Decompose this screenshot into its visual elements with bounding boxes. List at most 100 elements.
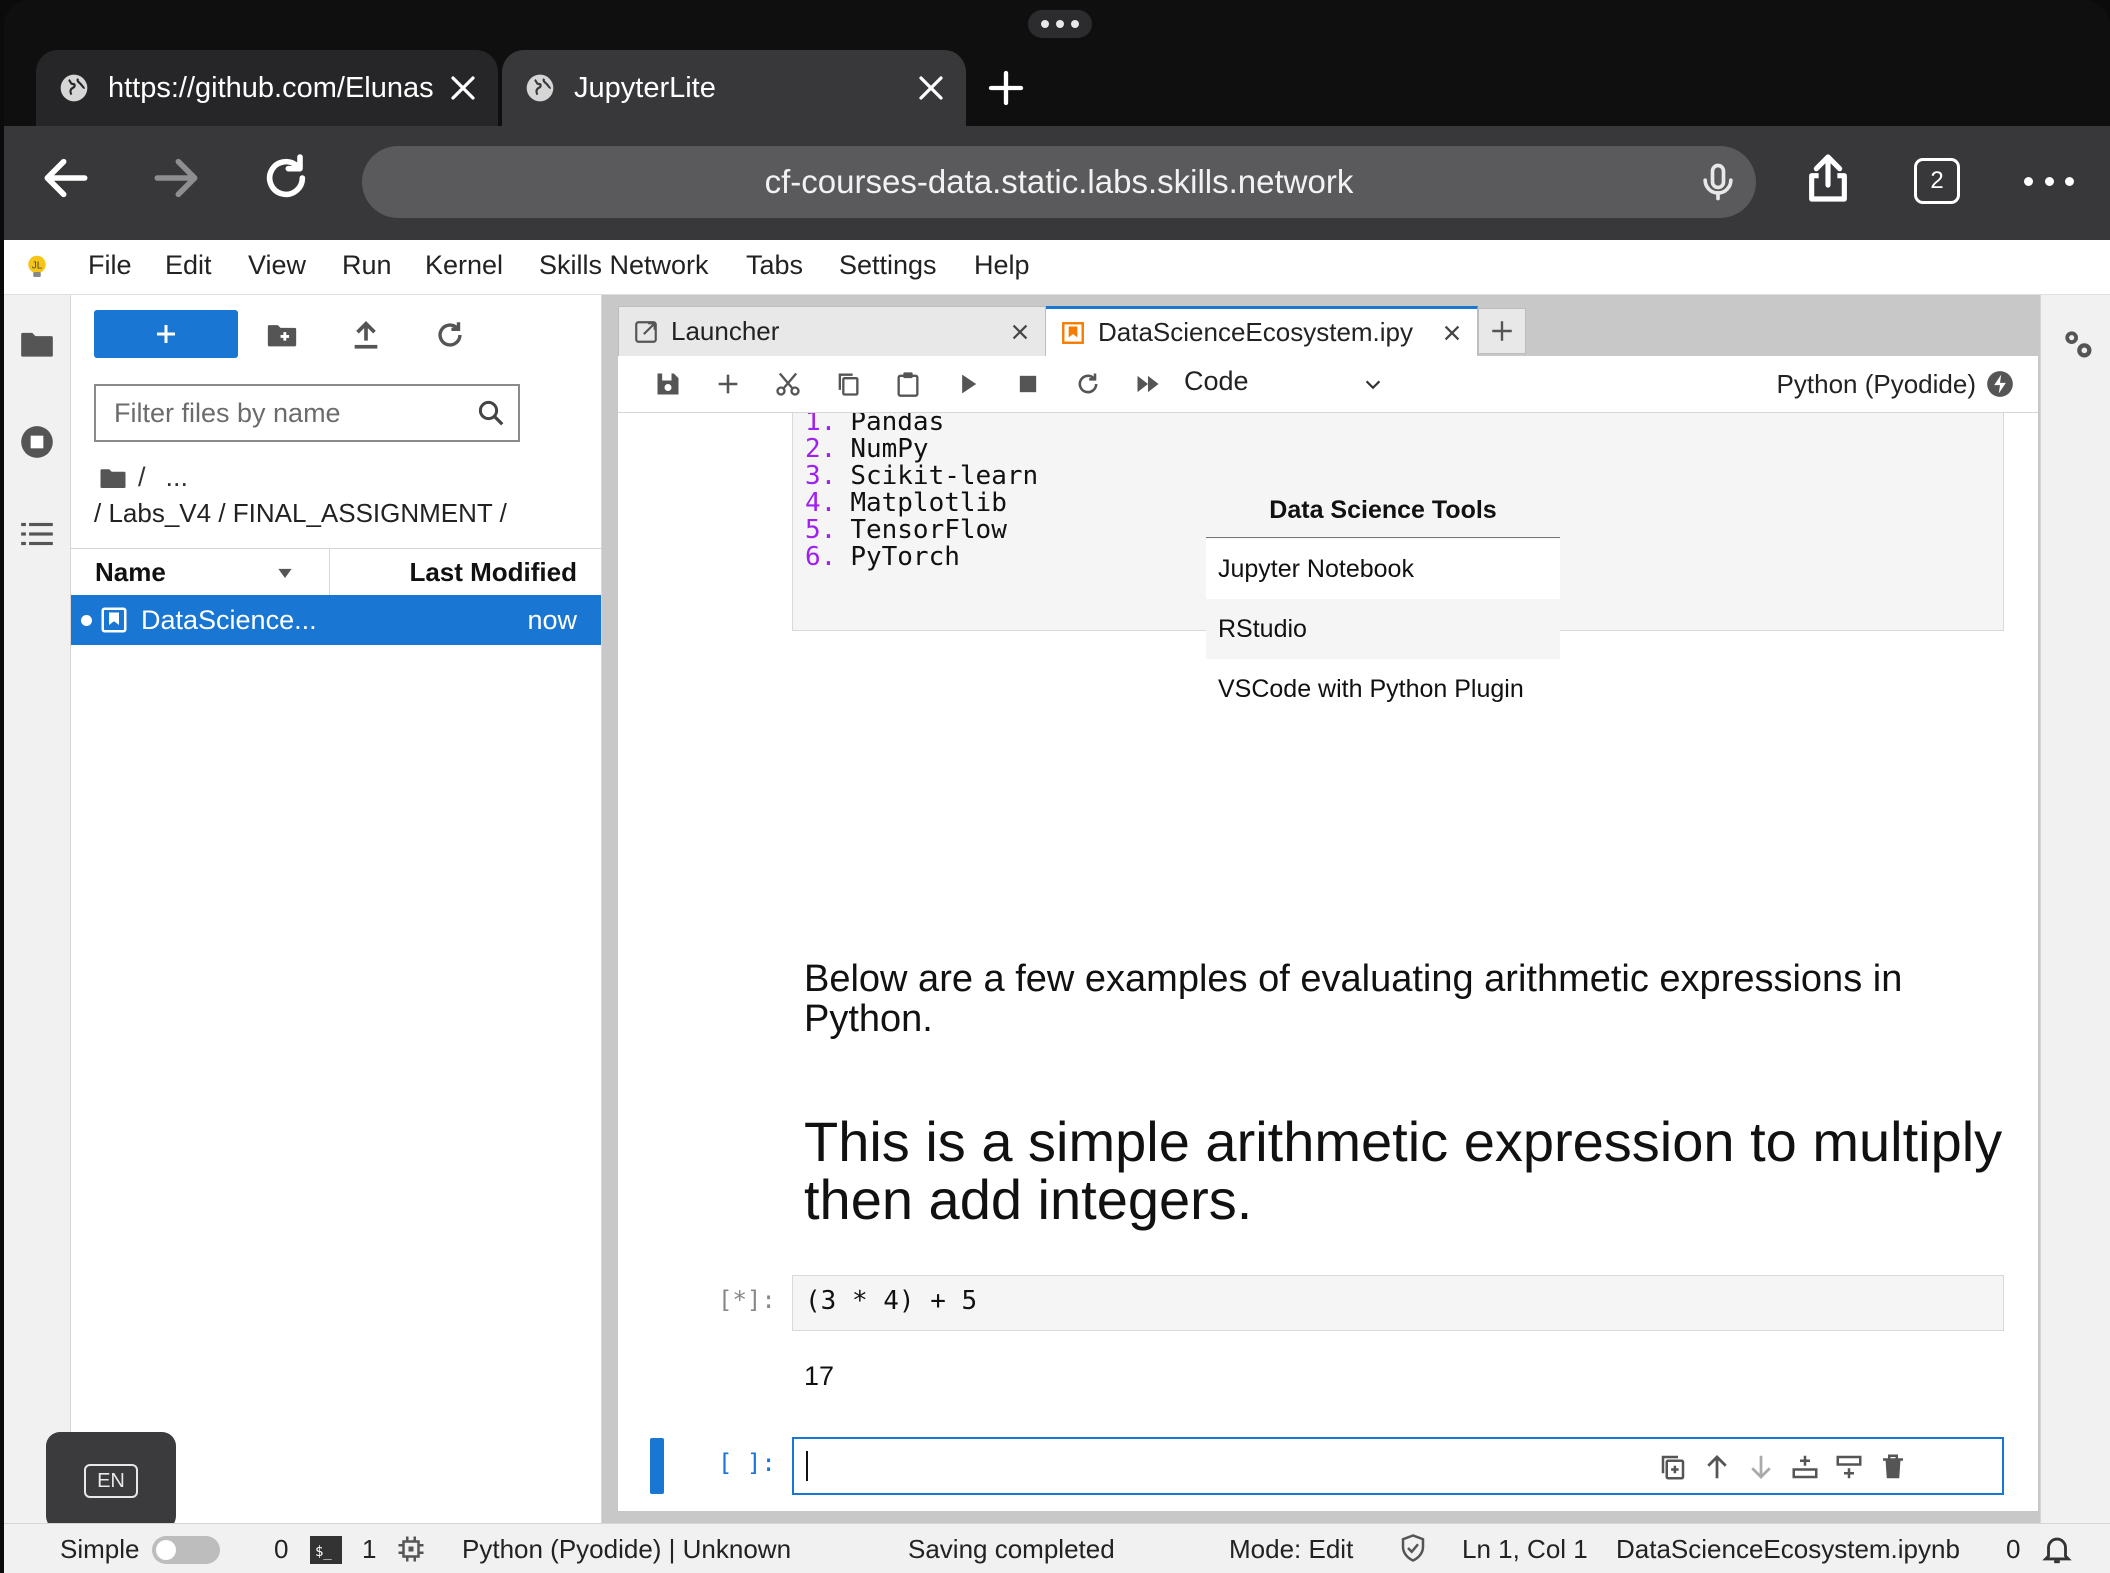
- menu-tabs[interactable]: Tabs: [746, 250, 803, 281]
- code-cell-output: 17: [804, 1361, 835, 1391]
- code-cell-input[interactable]: (3 * 4) + 5: [792, 1275, 2004, 1331]
- home-folder-icon[interactable]: [98, 463, 128, 493]
- insert-below-icon[interactable]: [1834, 1452, 1864, 1482]
- active-code-cell-input[interactable]: [792, 1437, 2004, 1495]
- menu-run[interactable]: Run: [342, 250, 392, 281]
- menu-skills-network[interactable]: Skills Network: [539, 250, 709, 281]
- list-item: 3. Scikit-learn: [805, 461, 1039, 491]
- breadcrumb-separator: /: [138, 462, 146, 492]
- notebook-toolbar: Code Python (Pyodide): [618, 356, 2038, 413]
- menu-file[interactable]: File: [88, 250, 132, 281]
- add-tab-button[interactable]: [1478, 308, 1526, 354]
- address-bar[interactable]: cf-courses-data.static.labs.skills.netwo…: [362, 146, 1756, 218]
- cell-type-select[interactable]: Code: [1184, 366, 1384, 402]
- file-row[interactable]: DataScience... now: [71, 595, 601, 645]
- menu-kernel[interactable]: Kernel: [425, 250, 503, 281]
- sort-caret-icon[interactable]: [275, 563, 295, 583]
- left-activity-bar: [4, 295, 71, 1523]
- kernel-status-text[interactable]: Python (Pyodide) | Unknown: [462, 1534, 791, 1565]
- reload-icon[interactable]: [258, 150, 314, 206]
- browser-tab-title: JupyterLite: [574, 71, 716, 104]
- move-up-icon[interactable]: [1702, 1452, 1732, 1482]
- input-method-badge[interactable]: EN: [46, 1432, 176, 1530]
- terminal-icon[interactable]: $_: [310, 1536, 342, 1564]
- close-tab-icon[interactable]: [916, 73, 946, 103]
- close-tab-icon[interactable]: [448, 73, 478, 103]
- cell-prompt: [*]:: [718, 1286, 776, 1314]
- svg-text:$_: $_: [315, 1544, 332, 1560]
- copy-icon[interactable]: [834, 370, 862, 398]
- menu-settings[interactable]: Settings: [839, 250, 937, 281]
- new-folder-icon[interactable]: [265, 318, 299, 352]
- stop-icon[interactable]: [1014, 370, 1042, 398]
- new-launcher-button[interactable]: [94, 310, 238, 358]
- kernel-name[interactable]: Python (Pyodide): [1777, 369, 1976, 400]
- breadcrumb-ellipsis[interactable]: ...: [166, 462, 189, 493]
- list-item: 2. NumPy: [805, 434, 929, 464]
- duplicate-cell-icon[interactable]: [1658, 1452, 1688, 1482]
- file-filter-input[interactable]: Filter files by name: [94, 384, 520, 442]
- text-cursor: [806, 1451, 808, 1481]
- paste-icon[interactable]: [894, 370, 922, 398]
- table-header: Data Science Tools: [1206, 487, 1560, 538]
- trusted-shield-icon[interactable]: [1398, 1533, 1428, 1563]
- breadcrumb-root: / ...: [98, 462, 188, 493]
- cut-icon[interactable]: [774, 370, 802, 398]
- browser-menu-icon[interactable]: [2024, 170, 2074, 192]
- table-row: RStudio: [1206, 599, 1560, 659]
- plus-icon: [1492, 321, 1512, 341]
- tab-notebook[interactable]: DataScienceEcosystem.ipy: [1046, 306, 1478, 356]
- list-item: 5. TensorFlow: [805, 515, 1007, 545]
- tab-launcher[interactable]: Launcher: [618, 306, 1046, 356]
- kernel-cpu-icon[interactable]: [396, 1534, 426, 1564]
- table-of-contents-icon[interactable]: [18, 515, 56, 553]
- insert-above-icon[interactable]: [1790, 1452, 1820, 1482]
- globe-icon: [526, 74, 554, 102]
- svg-text:JL: JL: [32, 260, 43, 271]
- restart-kernel-icon[interactable]: [1074, 370, 1102, 398]
- forward-icon[interactable]: [148, 150, 204, 206]
- column-modified-header[interactable]: Last Modified: [409, 557, 577, 588]
- delete-cell-icon[interactable]: [1878, 1452, 1908, 1482]
- kernel-status-icon: [1987, 371, 2013, 397]
- new-tab-icon[interactable]: [986, 68, 1026, 108]
- menu-view[interactable]: View: [248, 250, 306, 281]
- cursor-position[interactable]: Ln 1, Col 1: [1462, 1534, 1588, 1565]
- menu-edit[interactable]: Edit: [165, 250, 212, 281]
- microphone-icon[interactable]: [1696, 160, 1740, 204]
- column-name-header[interactable]: Name: [95, 557, 166, 588]
- menu-bar: JL File Edit View Run Kernel Skills Netw…: [4, 240, 2110, 295]
- markdown-paragraph[interactable]: Below are a few examples of evaluating a…: [804, 959, 1984, 1039]
- share-icon[interactable]: [1800, 150, 1856, 206]
- input-method-label: EN: [84, 1464, 138, 1498]
- run-all-icon[interactable]: [1134, 370, 1162, 398]
- close-tab-icon[interactable]: [1009, 321, 1031, 343]
- tab-count-button[interactable]: 2: [1914, 158, 1960, 204]
- browser-tab-github[interactable]: https://github.com/Elunas: [36, 50, 498, 126]
- insert-cell-icon[interactable]: [714, 370, 742, 398]
- window-more-handle[interactable]: [1028, 10, 1092, 38]
- running-sessions-icon[interactable]: [18, 423, 56, 461]
- notebook-icon: [1062, 321, 1084, 344]
- save-icon[interactable]: [654, 370, 682, 398]
- run-icon[interactable]: [954, 370, 982, 398]
- simple-mode-toggle[interactable]: [152, 1536, 220, 1564]
- list-item: 6. PyTorch: [805, 542, 960, 572]
- notification-bell-icon[interactable]: [2040, 1532, 2074, 1566]
- search-icon: [478, 400, 504, 426]
- close-tab-icon[interactable]: [1441, 322, 1463, 344]
- file-modified: now: [527, 605, 577, 635]
- upload-icon[interactable]: [349, 318, 383, 352]
- move-down-icon[interactable]: [1746, 1452, 1776, 1482]
- menu-help[interactable]: Help: [974, 250, 1030, 281]
- property-inspector-gear-icon[interactable]: [2059, 325, 2097, 363]
- browser-tab-jupyterlite[interactable]: JupyterLite: [502, 50, 966, 126]
- back-icon[interactable]: [38, 150, 94, 206]
- edit-mode-indicator: Mode: Edit: [1229, 1534, 1354, 1564]
- breadcrumb-path[interactable]: / Labs_V4 / FINAL_ASSIGNMENT /: [94, 498, 507, 529]
- folder-icon[interactable]: [18, 325, 56, 363]
- cell-type-value: Code: [1184, 366, 1249, 396]
- refresh-icon[interactable]: [433, 318, 467, 352]
- file-name: DataScience...: [141, 605, 317, 635]
- markdown-heading[interactable]: This is a simple arithmetic expression t…: [804, 1113, 2004, 1229]
